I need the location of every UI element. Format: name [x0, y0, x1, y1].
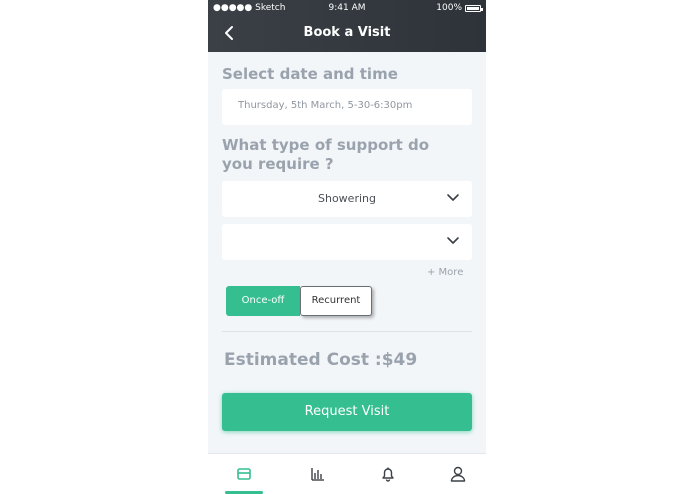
support-type-value: Showering: [318, 192, 376, 205]
recurrent-button[interactable]: Recurrent: [300, 286, 372, 316]
date-time-label: Select date and time: [222, 65, 398, 83]
header-bar: ●●●●● Sketch 9:41 AM 100% Book a Visit: [208, 0, 486, 52]
battery-status: 100%: [436, 3, 483, 13]
phone-screen: ●●●●● Sketch 9:41 AM 100% Book a Visit S…: [208, 0, 486, 494]
date-time-field[interactable]: Thursday, 5th March, 5-30-6:30pm: [222, 89, 472, 125]
once-off-button[interactable]: Once-off: [226, 286, 300, 316]
bar-chart-icon: [311, 468, 324, 481]
tab-stats[interactable]: [308, 464, 328, 484]
bell-icon: [382, 467, 394, 482]
support-type-label-line2: you require ?: [222, 155, 334, 173]
additional-support-dropdown[interactable]: [222, 224, 472, 260]
tab-bar: [208, 453, 486, 494]
battery-icon: [465, 4, 483, 12]
tab-profile[interactable]: [448, 464, 468, 484]
user-icon: [450, 466, 466, 482]
chevron-down-icon: [447, 237, 459, 244]
page-title: Book a Visit: [303, 25, 391, 40]
status-bar: ●●●●● Sketch 9:41 AM 100%: [208, 2, 486, 16]
section-divider: [222, 331, 472, 332]
estimated-cost: Estimated Cost :$49: [224, 350, 418, 370]
card-icon: [237, 468, 251, 480]
add-more-link[interactable]: + More: [427, 267, 463, 278]
battery-percent: 100%: [436, 3, 462, 13]
chevron-down-icon: [447, 194, 459, 201]
frequency-toggle: Once-off Recurrent: [226, 286, 372, 316]
tab-notifications[interactable]: [378, 464, 398, 484]
support-type-label-line1: What type of support do: [222, 136, 430, 154]
tab-bookings[interactable]: [234, 464, 254, 484]
support-type-dropdown[interactable]: Showering: [222, 181, 472, 217]
date-time-value: Thursday, 5th March, 5-30-6:30pm: [238, 100, 413, 111]
request-visit-button[interactable]: Request Visit: [222, 393, 472, 431]
